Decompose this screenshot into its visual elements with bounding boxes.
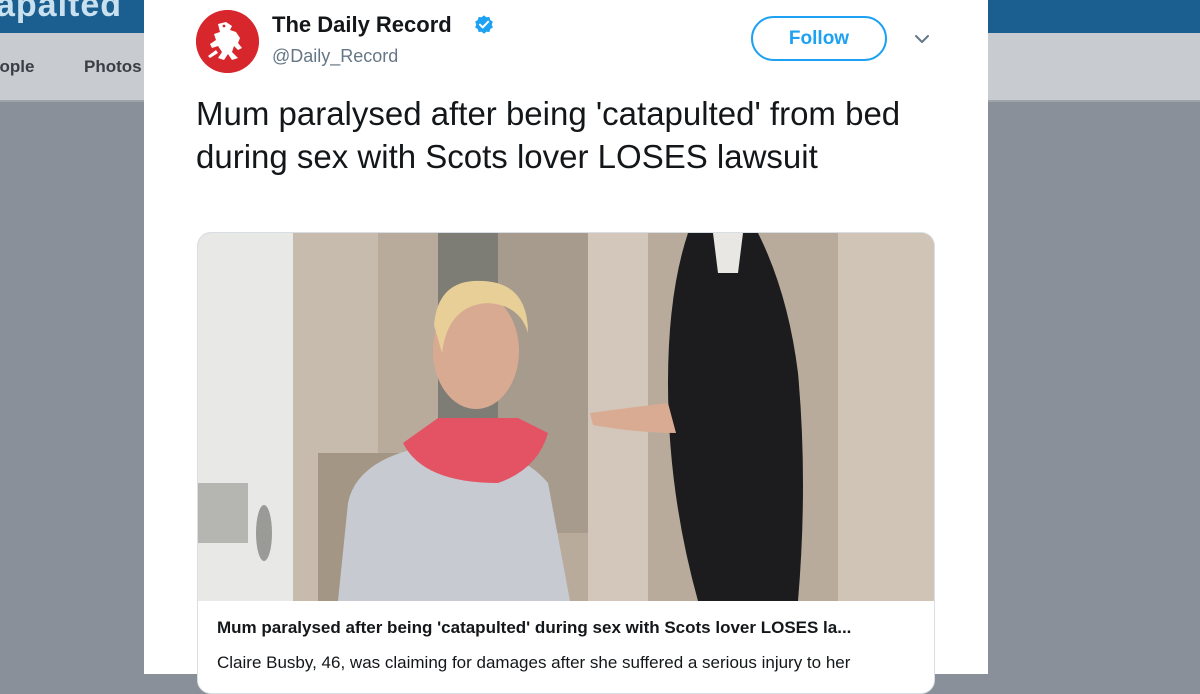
tweet-card: The Daily Record @Daily_Record Follow Mu…	[144, 0, 988, 694]
background-nav-people: eople	[0, 57, 35, 76]
background-brand: apaited	[0, 0, 123, 24]
red-lion-logo	[196, 10, 259, 73]
tweet-text: Mum paralysed after being 'catapulted' f…	[196, 95, 901, 175]
author-name[interactable]: The Daily Record	[272, 12, 452, 38]
article-photo[interactable]	[198, 233, 934, 601]
card-description: Claire Busby, 46, was claiming for damag…	[217, 653, 851, 672]
chevron-down-icon[interactable]	[914, 33, 930, 45]
link-preview-card[interactable]: Mum paralysed after being 'catapulted' d…	[197, 232, 935, 694]
background-nav-photos: Photos	[84, 57, 142, 76]
verified-badge-icon	[475, 15, 493, 34]
avatar[interactable]	[196, 10, 259, 73]
author-handle[interactable]: @Daily_Record	[272, 46, 398, 67]
card-title[interactable]: Mum paralysed after being 'catapulted' d…	[217, 618, 917, 638]
follow-button[interactable]: Follow	[751, 16, 887, 61]
